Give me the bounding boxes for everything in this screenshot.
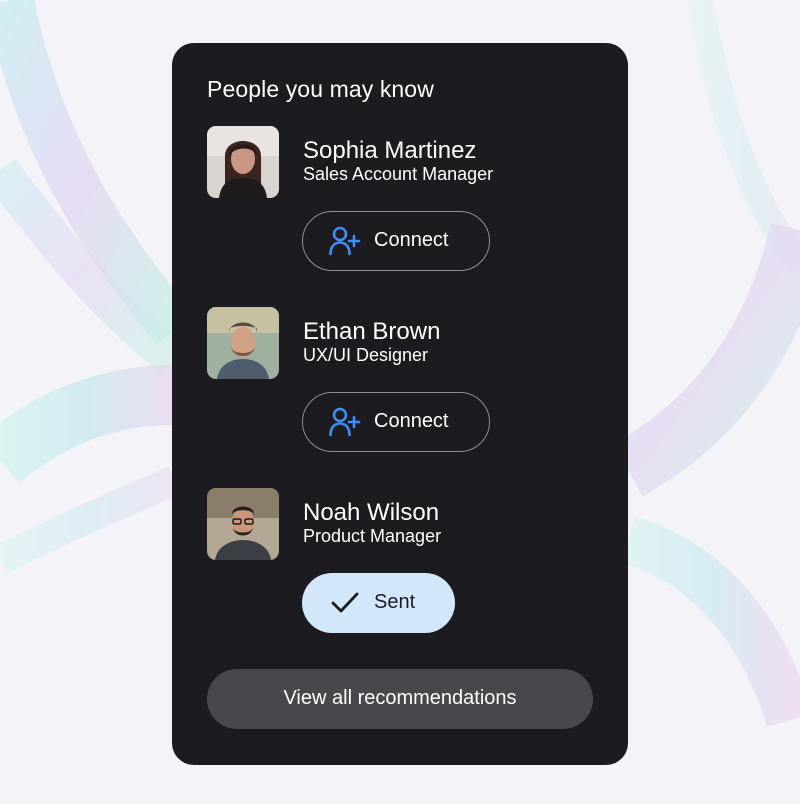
- person-item: Noah Wilson Product Manager Sent: [207, 488, 607, 638]
- person-role: UX/UI Designer: [303, 345, 429, 365]
- person-name[interactable]: Ethan Brown: [303, 318, 440, 346]
- view-all-recommendations-button[interactable]: View all recommendations: [207, 669, 593, 729]
- sent-label: Sent: [374, 591, 416, 613]
- person-role: Product Manager: [303, 526, 442, 546]
- checkmark-icon: [330, 590, 360, 616]
- connect-label: Connect: [374, 229, 449, 251]
- person-item: Ethan Brown UX/UI Designer Connect: [207, 307, 607, 457]
- add-person-icon: [329, 407, 361, 437]
- people-you-may-know-card: People you may know Sophia Martinez Sale…: [172, 43, 628, 765]
- view-all-label: View all recommendations: [283, 687, 517, 709]
- connect-label: Connect: [374, 410, 449, 432]
- card-title: People you may know: [207, 76, 434, 102]
- person-item: Sophia Martinez Sales Account Manager Co…: [207, 126, 607, 276]
- person-name[interactable]: Sophia Martinez: [303, 137, 476, 165]
- add-person-icon: [329, 226, 361, 256]
- avatar[interactable]: [207, 488, 279, 560]
- avatar[interactable]: [207, 307, 279, 379]
- person-name[interactable]: Noah Wilson: [303, 499, 439, 527]
- avatar[interactable]: [207, 126, 279, 198]
- connect-button[interactable]: Connect: [302, 392, 490, 452]
- sent-button[interactable]: Sent: [302, 573, 455, 633]
- connect-button[interactable]: Connect: [302, 211, 490, 271]
- person-role: Sales Account Manager: [303, 164, 494, 184]
